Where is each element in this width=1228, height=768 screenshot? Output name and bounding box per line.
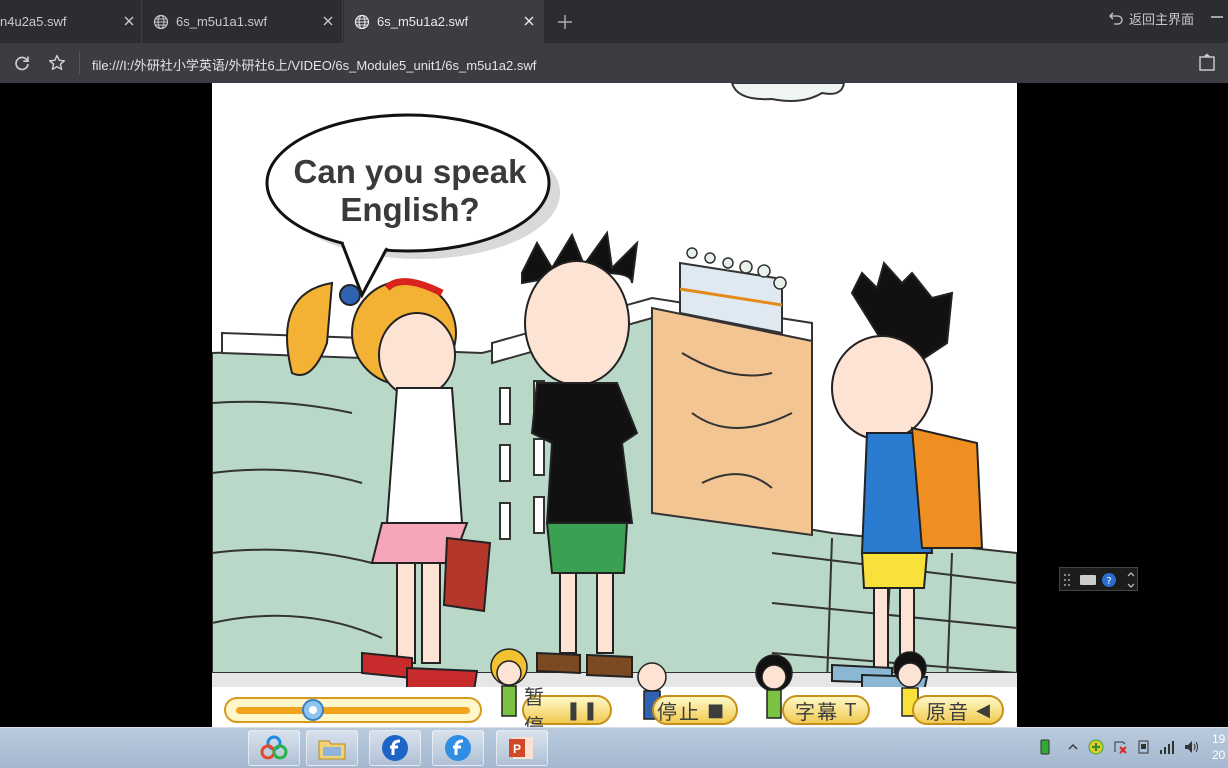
tab-label: 6s_m5u1a1.swf xyxy=(176,14,268,29)
flash-player-icon xyxy=(445,735,471,761)
tab-6s-m5u1a1[interactable]: 6s_m5u1a1.swf xyxy=(143,0,343,43)
close-tab-icon[interactable] xyxy=(321,14,335,28)
flash-icon xyxy=(382,735,408,761)
star-icon[interactable] xyxy=(47,53,67,73)
globe-icon xyxy=(153,14,169,29)
address-bar: file:///I:/外研社小学英语/外研社6上/VIDEO/6s_Module… xyxy=(0,43,1228,83)
speaker-icon: ◀ xyxy=(976,699,992,721)
slider-knob-icon[interactable] xyxy=(302,699,325,721)
reload-icon[interactable] xyxy=(12,53,32,73)
divider xyxy=(79,52,80,74)
progress-fill xyxy=(236,707,470,714)
taskbar-app-powerpoint[interactable]: P xyxy=(496,730,548,766)
stop-button[interactable]: 停止 ■ xyxy=(652,695,738,725)
url-field[interactable]: file:///I:/外研社小学英语/外研社6上/VIDEO/6s_Module… xyxy=(92,55,536,74)
audio-label: 原音 xyxy=(926,699,971,724)
flash-player-stage[interactable]: Can you speak English? 暂停 ❚❚ 停止 ■ 字幕 T 原… xyxy=(212,83,1017,727)
pause-label: 暂停 xyxy=(524,685,546,727)
show-hidden-icons-icon[interactable] xyxy=(1064,738,1082,756)
clock-time: 19 xyxy=(1212,732,1226,746)
text-icon: T xyxy=(845,699,858,721)
battery-icon[interactable] xyxy=(1036,738,1054,756)
player-controls: 暂停 ❚❚ 停止 ■ 字幕 T 原音 ◀ xyxy=(212,685,1017,727)
expand-icon[interactable] xyxy=(1127,572,1135,588)
subtitle-label: 字幕 xyxy=(795,699,839,724)
system-clock[interactable]: 19 20 xyxy=(1212,731,1225,763)
taskbar: P 19 20 xyxy=(0,727,1228,768)
tab-bar: n4u2a5.swf 6s_m5u1a1.swf 6s_m5u1a2.swf 返… xyxy=(0,0,1228,43)
globe-icon xyxy=(354,14,370,29)
pause-button[interactable]: 暂停 ❚❚ xyxy=(522,685,612,727)
svg-text:P: P xyxy=(513,742,521,756)
stop-label: 停止 xyxy=(656,699,701,724)
close-tab-icon[interactable] xyxy=(122,14,136,28)
return-home-button[interactable]: 返回主界面 xyxy=(1108,8,1194,28)
device-icon[interactable] xyxy=(1135,738,1153,756)
pause-icon: ❚❚ xyxy=(565,699,600,721)
stop-icon: ■ xyxy=(706,699,726,721)
svg-text:?: ? xyxy=(1106,576,1111,587)
keyboard-icon[interactable] xyxy=(1080,575,1096,585)
powerpoint-icon: P xyxy=(509,737,533,759)
return-home-label: 返回主界面 xyxy=(1129,11,1195,27)
tab-label: 6s_m5u1a2.swf xyxy=(377,14,469,29)
browser-logo-icon xyxy=(260,735,288,760)
subtitle-button[interactable]: 字幕 T xyxy=(782,695,870,725)
minimize-icon[interactable] xyxy=(1208,8,1226,26)
progress-slider[interactable] xyxy=(224,697,482,723)
tab-label: n4u2a5.swf xyxy=(0,14,67,29)
ime-toolbar[interactable]: ? xyxy=(1059,567,1138,591)
network-signal-icon[interactable] xyxy=(1158,738,1176,756)
taskbar-app-flash-player[interactable] xyxy=(432,730,484,766)
return-arrow-icon xyxy=(1109,12,1123,25)
volume-icon[interactable] xyxy=(1182,738,1200,756)
speech-bubble-text: Can you speak English? xyxy=(293,153,527,228)
security-shield-icon[interactable] xyxy=(1087,738,1105,756)
close-tab-icon[interactable] xyxy=(522,14,536,28)
side-panel-icon[interactable] xyxy=(1197,53,1217,73)
clock-date: 20 xyxy=(1212,748,1226,762)
taskbar-app-browser[interactable] xyxy=(248,730,300,766)
grip-icon xyxy=(1064,574,1070,586)
action-center-icon[interactable] xyxy=(1111,738,1129,756)
folder-icon xyxy=(318,740,346,760)
taskbar-app-explorer[interactable] xyxy=(306,730,358,766)
taskbar-app-flash[interactable] xyxy=(369,730,421,766)
tab-6s-m5u1a2[interactable]: 6s_m5u1a2.swf xyxy=(344,0,544,43)
new-tab-icon[interactable] xyxy=(556,13,574,31)
tab-n4u2a5[interactable]: n4u2a5.swf xyxy=(0,0,142,43)
audio-button[interactable]: 原音 ◀ xyxy=(912,695,1004,725)
